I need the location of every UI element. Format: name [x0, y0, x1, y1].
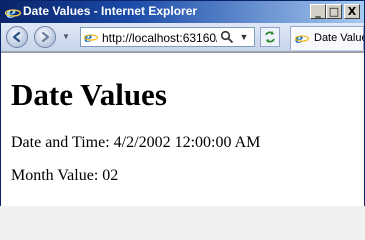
date-time-line: Date and Time: 4/2/2002 12:00:00 AM	[11, 134, 260, 152]
minimize-button[interactable]: _	[310, 4, 326, 19]
forward-arrow-icon	[41, 31, 50, 43]
window-title: Date Values - Internet Explorer	[23, 4, 198, 18]
search-icon[interactable]	[220, 30, 234, 44]
ie-logo-icon: e	[5, 4, 21, 20]
date-time-label: Date and Time:	[11, 134, 110, 151]
month-label: Month Value:	[11, 167, 99, 184]
page-heading: Date Values	[11, 77, 167, 112]
refresh-button[interactable]	[260, 27, 280, 47]
tab-page-icon: e	[295, 32, 309, 45]
maximize-button[interactable]: □	[326, 4, 342, 19]
recent-pages-dropdown[interactable]: ▼	[61, 31, 71, 41]
title-bar: e Date Values - Internet Explorer _ □ X	[1, 1, 364, 23]
month-value: 02	[102, 167, 119, 184]
svg-text:e: e	[84, 31, 92, 44]
forward-button[interactable]	[34, 26, 56, 48]
refresh-icon	[265, 31, 275, 43]
month-value-line: Month Value: 02	[11, 167, 118, 185]
tab-date-values[interactable]: e Date Values	[290, 26, 364, 50]
svg-text:e: e	[6, 4, 16, 20]
address-url[interactable]: http://localhost:63160/	[102, 31, 217, 45]
page-icon: e	[84, 31, 98, 44]
address-dropdown[interactable]: ▼	[237, 30, 251, 44]
address-bar[interactable]: e http://localhost:63160/ ▼	[80, 27, 255, 47]
navigation-bar: ▼ e http://localhost:63160/ ▼ e Date Val…	[1, 23, 364, 52]
close-button[interactable]: X	[344, 4, 360, 19]
svg-text:e: e	[295, 32, 303, 45]
back-button[interactable]	[6, 26, 28, 48]
page-content: Date Values Date and Time: 4/2/2002 12:0…	[1, 52, 364, 206]
date-time-value: 4/2/2002 12:00:00 AM	[113, 134, 261, 151]
tab-label: Date Values	[314, 32, 364, 44]
browser-window: e Date Values - Internet Explorer _ □ X …	[0, 0, 365, 206]
back-arrow-icon	[12, 31, 21, 43]
